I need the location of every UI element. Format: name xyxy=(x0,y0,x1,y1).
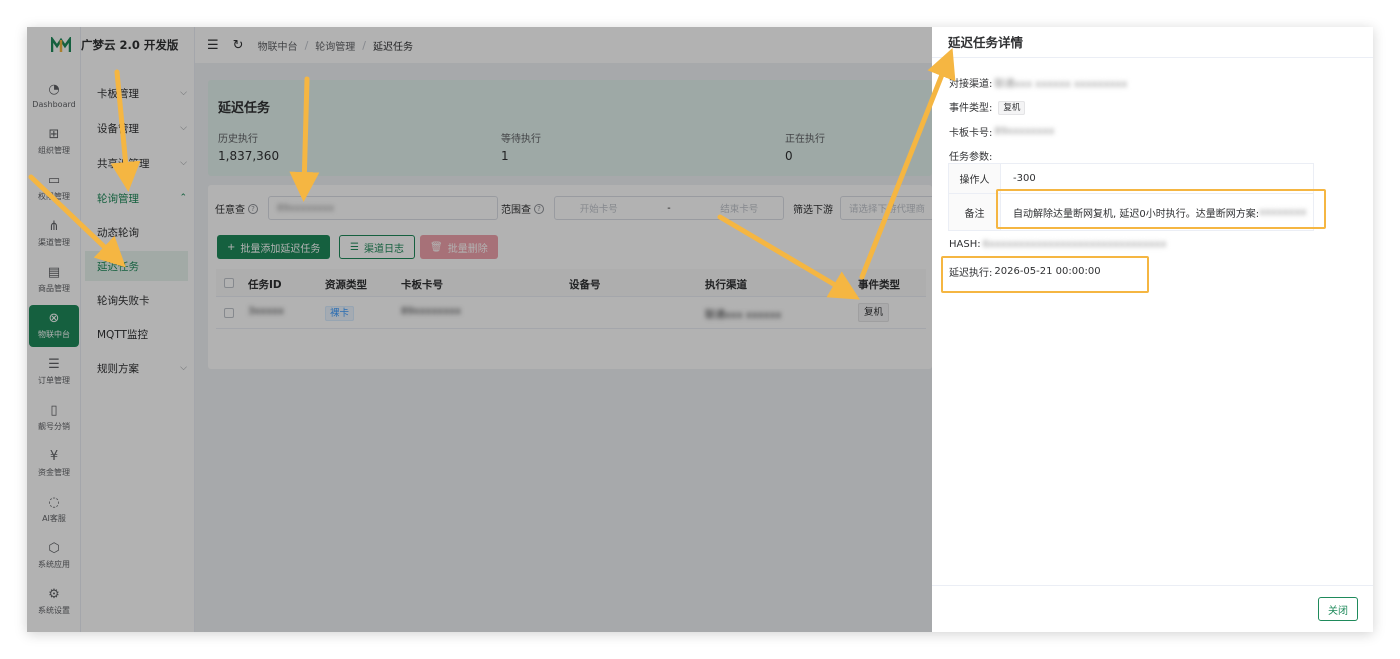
detail-hash: HASH: 6xxxxxxxxxxxxxxxxxxxxxxxxxxxxxx xyxy=(949,239,1167,250)
detail-card: 卡板卡号: 89xxxxxxxx xyxy=(949,126,1055,139)
detail-params-label: 任务参数: xyxy=(949,152,993,163)
drawer-title: 延迟任务详情 xyxy=(948,35,1024,50)
detail-drawer: 延迟任务详情 对接渠道: 联通xxx xxxxxx xxxxxxxxx 事件类型:… xyxy=(932,27,1373,632)
event-type-tag: 复机 xyxy=(998,100,1026,115)
param-row-operator: 操作人 -300 xyxy=(949,164,1313,194)
params-table: 操作人 -300 备注 自动解除达量断网复机, 延迟0小时执行。达量断网方案: x… xyxy=(948,163,1314,231)
detail-delay: 延迟执行: 2026-05-21 00:00:00 xyxy=(949,266,1101,279)
detail-channel: 对接渠道: 联通xxx xxxxxx xxxxxxxxx xyxy=(949,79,1128,90)
detail-event: 事件类型: 复机 xyxy=(949,99,1026,115)
app-window: ◔ Dashboard ⊞ 组织管理 ▭ 权限管理 ⋔ 渠道管理 ▤ 商品管理 ⊗ 物联中台… xyxy=(27,27,1373,632)
divider xyxy=(932,585,1373,586)
divider xyxy=(932,57,1373,58)
close-button[interactable]: 关闭 xyxy=(1318,597,1358,621)
modal-overlay[interactable] xyxy=(27,27,932,632)
param-row-remark: 备注 自动解除达量断网复机, 延迟0小时执行。达量断网方案: xxxxxxxx xyxy=(949,194,1313,230)
